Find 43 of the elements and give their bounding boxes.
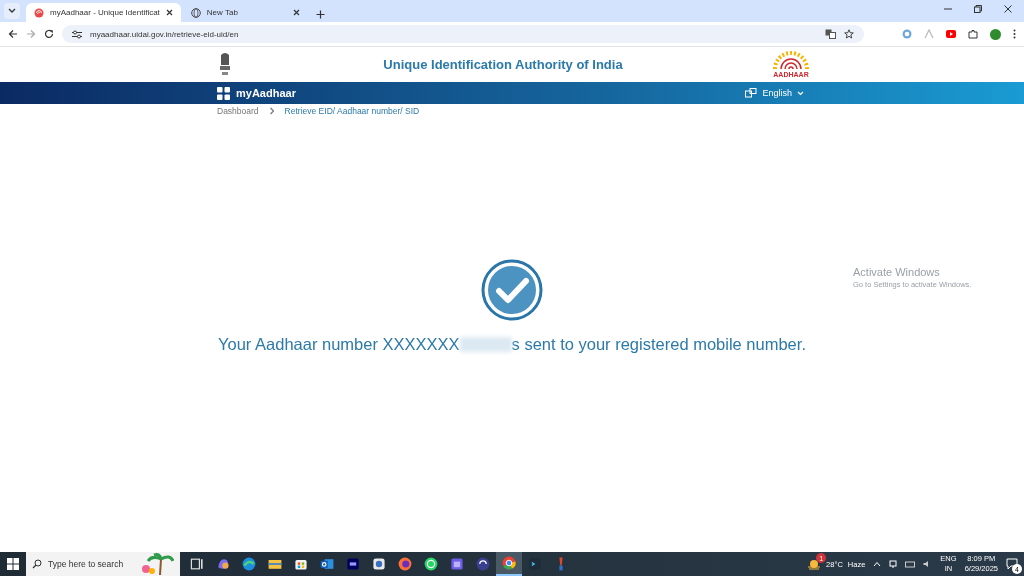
redacted-number (459, 337, 512, 352)
palm-tree-icon[interactable] (140, 553, 174, 575)
translate-icon (745, 88, 758, 98)
breadcrumb-link[interactable]: Dashboard (217, 106, 259, 116)
close-icon[interactable] (1004, 4, 1012, 13)
star-icon[interactable] (844, 29, 854, 39)
video-play-icon[interactable] (946, 30, 956, 38)
back-arrow-icon[interactable] (8, 29, 18, 39)
chevron-down-icon (8, 8, 16, 14)
taskbar-search-field[interactable]: Type here to search (26, 552, 180, 576)
network-icon[interactable] (905, 560, 916, 568)
address-bar[interactable]: myaadhaar.uidai.gov.in/retrieve-eid-uid/en (62, 25, 864, 43)
success-check-icon (481, 259, 543, 321)
message-text: Your Aadhaar number XXXXXXX (218, 335, 460, 354)
brand-name: myAadhaar (236, 87, 296, 99)
chevron-down-icon (797, 90, 804, 96)
windows-start-icon[interactable] (7, 558, 19, 570)
search-icon (32, 559, 42, 569)
chevron-right-icon (268, 107, 275, 115)
taskbar-app-icon[interactable] (496, 552, 522, 576)
new-tab-icon[interactable] (315, 10, 325, 19)
weather-icon[interactable] (807, 558, 822, 570)
breadcrumb-link[interactable]: Retrieve EID/ Aadhaar number/ SID (284, 106, 420, 116)
restore-icon[interactable] (974, 4, 982, 13)
sliders-icon (72, 29, 82, 39)
close-icon[interactable] (165, 9, 173, 16)
message-text: s sent to your registered mobile number. (511, 335, 806, 354)
more-menu-icon[interactable] (1013, 29, 1016, 39)
reload-icon[interactable] (44, 29, 54, 39)
close-icon[interactable] (292, 9, 300, 16)
site-title: Unique Identification Authority of India (383, 57, 623, 72)
activation-title: Activate Windows (853, 266, 941, 278)
tab-search-button[interactable] (4, 3, 20, 19)
globe-icon (190, 7, 201, 18)
translate-icon[interactable] (825, 29, 836, 39)
profile-avatar-icon[interactable] (990, 28, 1001, 40)
notification-icon[interactable] (1006, 558, 1018, 570)
grid-icon (217, 86, 230, 100)
chevron-up-icon[interactable] (873, 561, 882, 567)
browser-tab[interactable]: New Tab (182, 3, 308, 22)
browser-tab[interactable]: myAadhaar - Unique Identificat (26, 3, 181, 22)
language-dropdown[interactable]: English (745, 88, 804, 98)
fingerprint-icon (34, 7, 44, 18)
